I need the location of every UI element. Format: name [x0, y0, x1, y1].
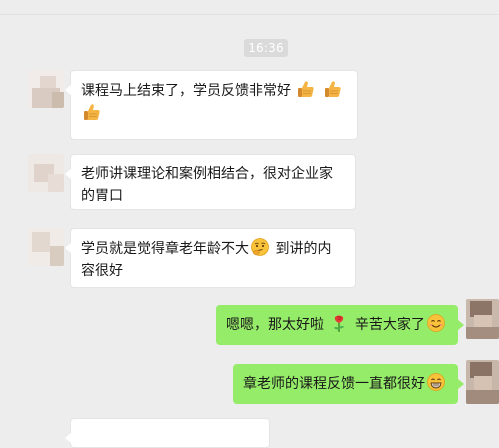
message-text: 嗯嗯，那太好啦 — [226, 317, 324, 333]
smile-icon — [426, 313, 446, 333]
avatar[interactable] — [28, 154, 64, 192]
timestamp-pill: 16:36 — [244, 39, 288, 57]
message-bubble[interactable]: 老师讲课理论和案例相结合，很对企业家的胃口 — [65, 154, 356, 210]
message-text-continued: 辛苦大家了 — [354, 317, 425, 333]
message-bubble-self[interactable]: 章老师的课程反馈一直都很好 — [233, 364, 464, 404]
avatar[interactable] — [28, 70, 64, 108]
avatar[interactable] — [28, 228, 64, 266]
thumbs-up-icon — [82, 102, 102, 122]
avatar[interactable] — [466, 360, 499, 404]
thumbs-up-icon — [296, 79, 316, 99]
thinking-face-icon — [250, 237, 270, 257]
message-text: 章老师的课程反馈一直都很好 — [243, 376, 425, 392]
thumbs-up-icon — [323, 79, 343, 99]
message-text: 课程马上结束了，学员反馈非常好 — [81, 83, 291, 99]
message-bubble-self[interactable]: 嗯嗯，那太好啦 辛苦大家了 — [216, 305, 464, 345]
message-text: 学员就是觉得章老年龄不大 — [81, 241, 249, 257]
message-text: 老师讲课理论和案例相结合，很对企业家的胃口 — [81, 166, 333, 204]
grin-icon — [426, 372, 446, 392]
top-divider — [0, 0, 499, 15]
avatar[interactable] — [466, 299, 499, 339]
message-bubble[interactable]: 课程马上结束了，学员反馈非常好 — [65, 70, 358, 140]
message-bubble[interactable]: 学员就是觉得章老年龄不大 到讲的内容很好 — [65, 228, 356, 288]
message-bubble-partial[interactable] — [65, 418, 270, 448]
rose-icon — [329, 313, 349, 333]
